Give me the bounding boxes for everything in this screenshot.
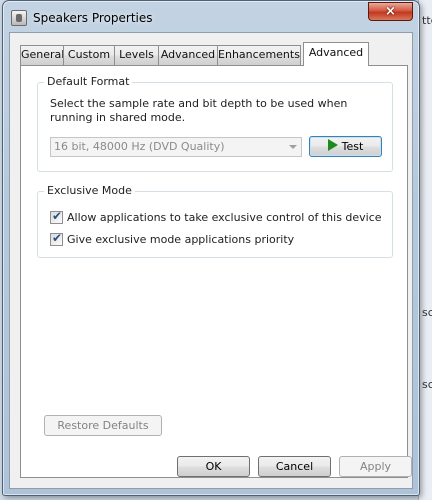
restore-defaults-button[interactable]: Restore Defaults [44, 415, 162, 436]
exclusive-control-checkbox[interactable]: ✔ [50, 209, 63, 224]
tab-advanced-active[interactable]: Advanced [303, 42, 369, 66]
background-window-edge: tte sc sc [418, 0, 432, 500]
default-format-label: Default Format [44, 75, 133, 88]
exclusive-mode-group: Exclusive Mode ✔ Allow applications to t… [37, 184, 393, 258]
play-icon [327, 139, 338, 151]
tab-advanced-1[interactable]: Advanced [158, 45, 218, 65]
ok-button[interactable]: OK [177, 456, 250, 477]
advanced-tab-panel: Default Format Select the sample rate an… [20, 65, 408, 478]
sample-format-value: 16 bit, 48000 Hz (DVD Quality) [54, 140, 225, 153]
dialog-client-area: General Custom Levels Advanced Enhanceme… [9, 32, 413, 489]
exclusive-control-label: Allow applications to take exclusive con… [67, 211, 382, 224]
background-text: tte [422, 14, 432, 27]
close-icon: × [385, 4, 396, 19]
exclusive-priority-checkbox[interactable]: ✔ [50, 231, 63, 246]
background-text: sc [422, 378, 432, 391]
default-format-group: Default Format Select the sample rate an… [37, 75, 393, 172]
cancel-button[interactable]: Cancel [258, 456, 331, 477]
test-button-label: Test [341, 140, 364, 153]
checkmark-icon: ✔ [52, 231, 63, 245]
title-bar[interactable]: Speakers Properties × [3, 1, 419, 33]
tab-general[interactable]: General [20, 45, 64, 65]
chevron-down-icon [289, 145, 297, 149]
speakers-properties-window: Speakers Properties × General Custom Lev… [2, 0, 420, 496]
window-title: Speakers Properties [33, 11, 153, 25]
apply-button[interactable]: Apply [339, 456, 412, 477]
checkmark-icon: ✔ [52, 209, 63, 223]
background-text: sc [422, 306, 432, 319]
tab-levels[interactable]: Levels [114, 45, 159, 65]
exclusive-priority-label: Give exclusive mode applications priorit… [67, 233, 295, 246]
tab-enhancements[interactable]: Enhancements [217, 45, 301, 65]
tab-custom[interactable]: Custom [63, 45, 115, 65]
speaker-icon [11, 10, 27, 26]
test-button[interactable]: Test [309, 136, 382, 157]
close-button[interactable]: × [368, 2, 413, 21]
sample-format-select[interactable]: 16 bit, 48000 Hz (DVD Quality) [50, 137, 302, 157]
exclusive-mode-label: Exclusive Mode [44, 184, 135, 197]
default-format-description: Select the sample rate and bit depth to … [50, 97, 348, 124]
